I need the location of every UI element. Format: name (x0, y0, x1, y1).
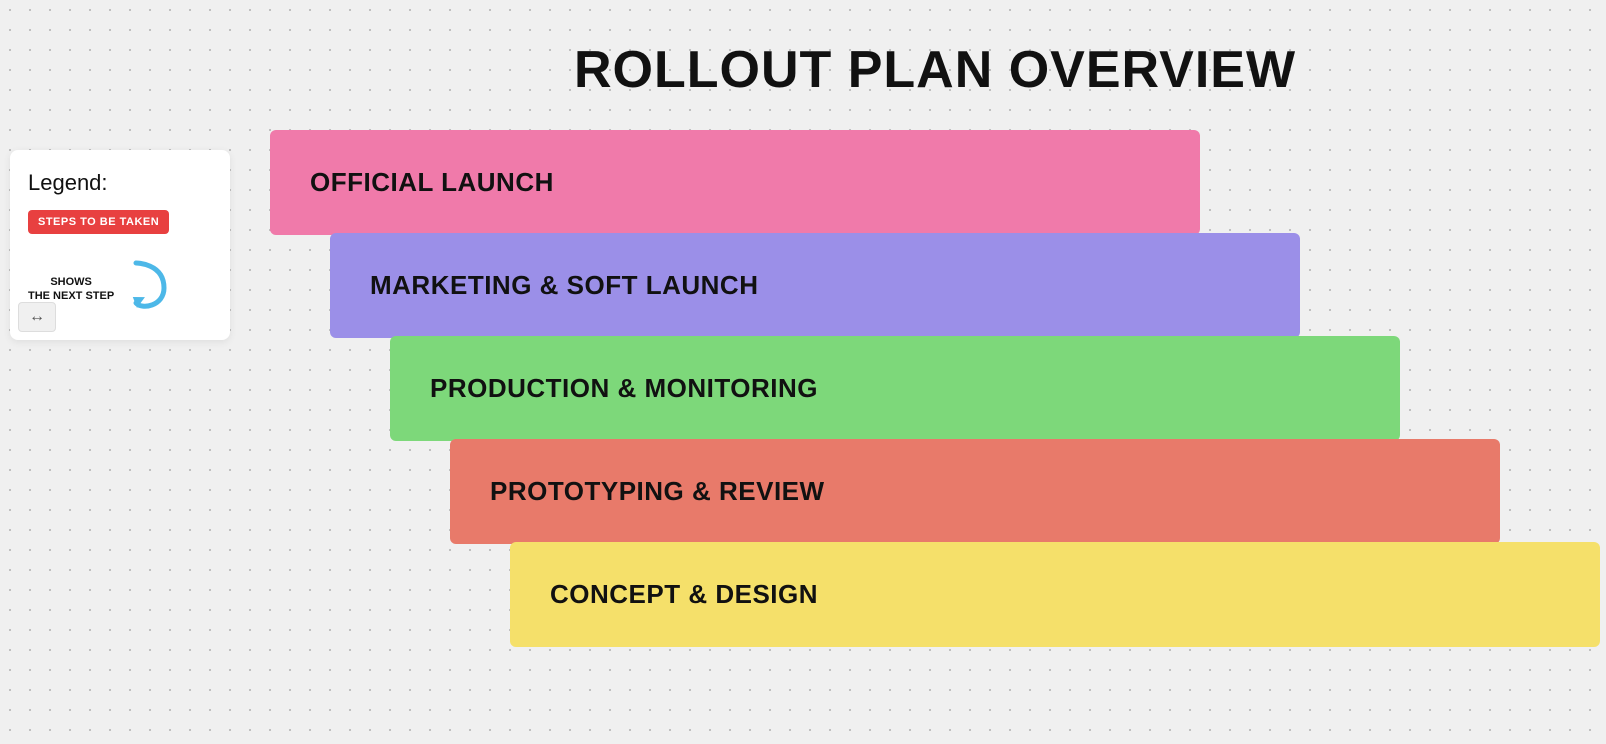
step-bar-5: CONCEPT & DESIGN (510, 542, 1600, 647)
step-label-5: CONCEPT & DESIGN (550, 579, 818, 610)
step-row-3: PRODUCTION & MONITORING (270, 336, 1600, 441)
step-bar-3: PRODUCTION & MONITORING (390, 336, 1400, 441)
step-bar-1: OFFICIAL LAUNCH (270, 130, 1200, 235)
resize-handle[interactable]: ↔ (18, 302, 56, 332)
step-bar-4: PROTOTYPING & REVIEW (450, 439, 1500, 544)
step-label-3: PRODUCTION & MONITORING (430, 373, 818, 404)
legend-badge: STEPS TO BE TAKEN (28, 210, 169, 234)
step-row-4: PROTOTYPING & REVIEW (270, 439, 1600, 544)
step-label-1: OFFICIAL LAUNCH (310, 167, 554, 198)
legend-curved-arrow-icon (124, 258, 174, 320)
step-row-5: CONCEPT & DESIGN (270, 542, 1600, 647)
step-row-2: MARKETING & SOFT LAUNCH (270, 233, 1600, 338)
legend-panel: Legend: STEPS TO BE TAKEN SHOWS THE NEXT… (10, 150, 230, 340)
step-label-4: PROTOTYPING & REVIEW (490, 476, 825, 507)
legend-arrow-label: SHOWS THE NEXT STEP (28, 275, 114, 304)
main-container: Legend: STEPS TO BE TAKEN SHOWS THE NEXT… (0, 0, 1606, 744)
steps-container: OFFICIAL LAUNCH MARKETING & SOFT LAUNCH (270, 130, 1600, 645)
content-area: ROLLOUT PLAN OVERVIEW OFFICIAL LAUNCH (230, 30, 1606, 645)
step-label-2: MARKETING & SOFT LAUNCH (370, 270, 758, 301)
step-row-1: OFFICIAL LAUNCH (270, 130, 1600, 235)
step-bar-2: MARKETING & SOFT LAUNCH (330, 233, 1300, 338)
legend-title: Legend: (28, 170, 212, 196)
page-title: ROLLOUT PLAN OVERVIEW (574, 40, 1296, 100)
